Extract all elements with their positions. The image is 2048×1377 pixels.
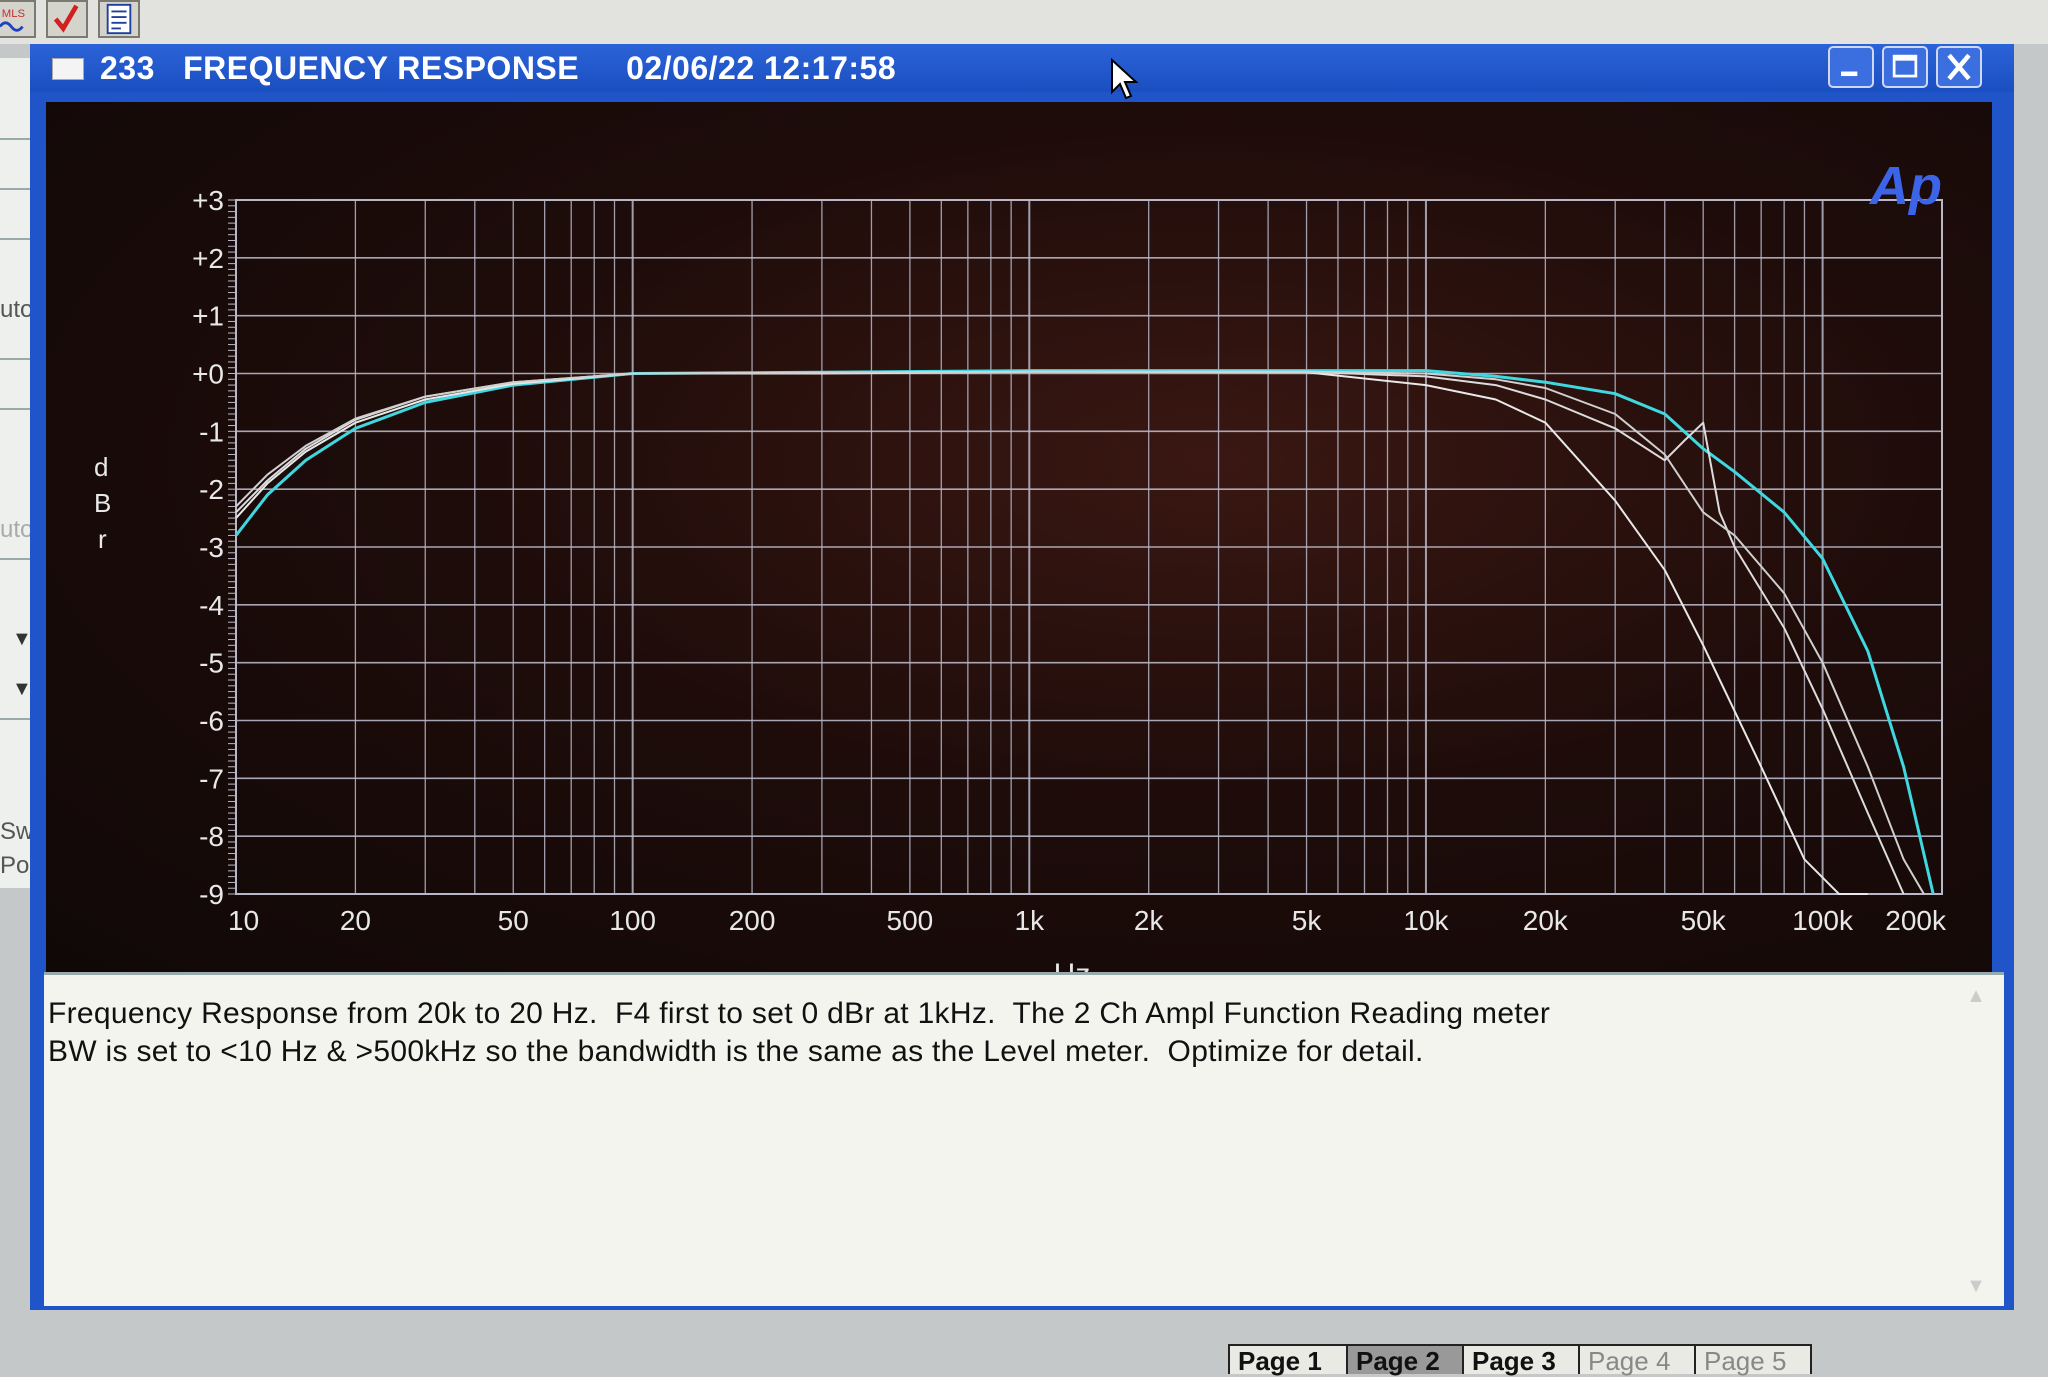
y-tick-label: -5 (199, 648, 224, 679)
dropdown-arrow-icon[interactable]: ▼ (12, 628, 32, 651)
x-tick-label: 5k (1292, 905, 1323, 936)
dropdown-arrow-icon[interactable]: ▼ (12, 678, 32, 701)
window-icon (52, 58, 84, 80)
y-tick-label: -1 (199, 416, 224, 447)
x-tick-label: 50k (1681, 905, 1727, 936)
minimize-button[interactable] (1828, 46, 1874, 88)
y-tick-label: -6 (199, 706, 224, 737)
scroll-up-icon[interactable]: ▲ (1962, 985, 1990, 1009)
left-panel-fragment: uto (0, 296, 34, 323)
x-tick-label: 1k (1015, 905, 1046, 936)
notes-line: Frequency Response from 20k to 20 Hz. F4… (48, 997, 1551, 1030)
response-curve (235, 370, 1925, 895)
notes-line: BW is set to <10 Hz & >500kHz so the ban… (48, 1035, 1424, 1068)
scroll-down-icon[interactable]: ▼ (1962, 1275, 1990, 1299)
tab-page-5[interactable]: Page 5 (1694, 1344, 1812, 1376)
x-tick-label: 200k (1885, 905, 1947, 936)
notes-text[interactable]: Frequency Response from 20k to 20 Hz. F4… (48, 995, 1948, 1071)
x-tick-label: 2k (1134, 905, 1165, 936)
y-tick-label: -2 (199, 474, 224, 505)
y-axis-label-d: d (94, 452, 108, 482)
response-curve (235, 370, 1868, 895)
notes-panel[interactable]: Frequency Response from 20k to 20 Hz. F4… (44, 972, 2004, 1306)
y-tick-label: -7 (199, 763, 224, 794)
mls-icon[interactable]: MLS (0, 0, 36, 38)
x-tick-label: 100k (1792, 905, 1854, 936)
y-tick-label: +1 (192, 301, 224, 332)
mouse-cursor-icon (1111, 58, 1138, 100)
title-bar[interactable]: 233 FREQUENCY RESPONSE 02/06/22 12:17:58 (30, 44, 2014, 92)
x-tick-label: 500 (887, 905, 934, 936)
y-axis-label-b: B (94, 488, 111, 518)
y-tick-label: -8 (199, 821, 224, 852)
app-toolbar: MLS (0, 0, 2048, 44)
y-tick-label: -9 (199, 879, 224, 910)
ap-logo: Ap (1868, 156, 1942, 216)
tab-page-4[interactable]: Page 4 (1578, 1344, 1696, 1376)
y-tick-label: -4 (199, 590, 224, 621)
check-icon[interactable] (46, 0, 88, 38)
tab-page-3[interactable]: Page 3 (1462, 1344, 1580, 1376)
window-timestamp: 02/06/22 12:17:58 (626, 50, 897, 86)
y-tick-label: +0 (192, 359, 224, 390)
y-axis-label-r: r (98, 524, 107, 554)
left-panel-fragment: uto (0, 516, 34, 543)
response-curve (235, 370, 1905, 895)
x-tick-label: 50 (498, 905, 529, 936)
svg-text:MLS: MLS (2, 8, 26, 20)
tab-page-1[interactable]: Page 1 (1228, 1344, 1348, 1376)
frequency-response-window: 233 FREQUENCY RESPONSE 02/06/22 12:17:58… (30, 44, 2014, 1310)
x-tick-label: 10k (1403, 905, 1449, 936)
y-tick-label: +2 (192, 243, 224, 274)
y-tick-label: +3 (192, 185, 224, 216)
x-tick-label: 200 (729, 905, 776, 936)
graph-area: +3 +2 +1 +0 -1 -2 -3 -4 -5 -6 -7 -8 -9 10 20 50 100 200 5… (46, 102, 1992, 998)
maximize-button[interactable] (1882, 46, 1928, 88)
window-title: 233 FREQUENCY RESPONSE 02/06/22 12:17:58 (100, 50, 896, 87)
x-tick-label: 20 (340, 905, 371, 936)
close-button[interactable] (1936, 46, 1982, 88)
window-number: 233 (100, 50, 155, 86)
tab-page-2[interactable]: Page 2 (1346, 1344, 1464, 1376)
frequency-response-chart: +3 +2 +1 +0 -1 -2 -3 -4 -5 -6 -7 -8 -9 10 20 50 100 200 5… (94, 156, 1947, 991)
x-tick-label: 20k (1523, 905, 1569, 936)
list-icon[interactable] (98, 0, 140, 38)
response-curve (234, 369, 1935, 895)
x-tick-label: 100 (609, 905, 656, 936)
y-tick-label: -3 (199, 532, 224, 563)
window-title-label: FREQUENCY RESPONSE (183, 50, 580, 86)
x-tick-label: 10 (228, 905, 259, 936)
